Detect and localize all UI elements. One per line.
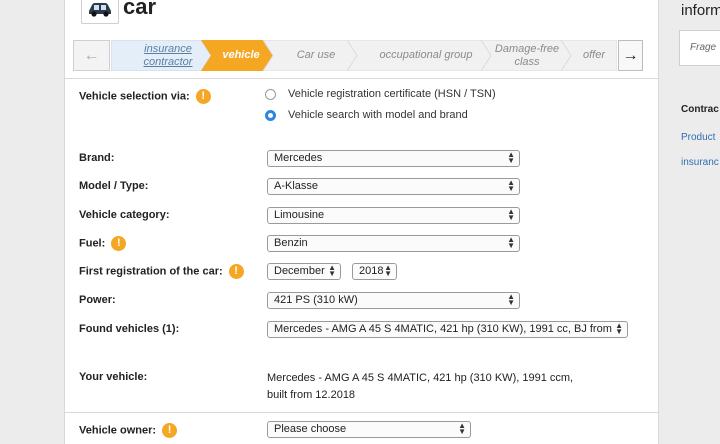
year-value: 2018 <box>359 265 384 277</box>
arrow-left-icon[interactable]: ← <box>73 40 110 71</box>
updown-icon: ▲ ▼ <box>507 150 515 165</box>
info-icon[interactable]: ! <box>162 423 178 438</box>
info-sidebar: inform Frage Contrac Product insuranc <box>669 0 720 444</box>
registration-month-select[interactable]: December ▲ ▼ <box>267 263 341 280</box>
updown-icon: ▲ ▼ <box>384 263 392 278</box>
owner-label-text: Vehicle owner: <box>79 424 157 437</box>
registration-year-select[interactable]: 2018 ▲ ▼ <box>352 263 397 280</box>
fuel-value: Benzin <box>274 237 308 249</box>
found-vehicle-value: Mercedes - AMG A 45 S 4MATIC, 421 hp (31… <box>274 323 612 335</box>
step-vehicle[interactable]: vehicle <box>209 40 273 71</box>
category-value: Limousine <box>274 209 325 221</box>
step-insurance-contractor[interactable]: insurance contractor <box>123 40 213 71</box>
page-title: car <box>123 0 157 19</box>
fuel-select[interactable]: Benzin ▲ ▼ <box>267 235 520 252</box>
power-label: Power: <box>79 294 116 306</box>
info-icon[interactable]: ! <box>195 89 211 104</box>
sidebar-title: inform <box>681 2 720 19</box>
found-vehicles-select[interactable]: Mercedes - AMG A 45 S 4MATIC, 421 hp (31… <box>267 321 628 338</box>
month-value: December <box>274 265 325 277</box>
brand-select[interactable]: Mercedes ▲ ▼ <box>267 150 520 167</box>
sidebar-link-insurance[interactable]: insuranc <box>681 157 719 168</box>
category-select[interactable]: Limousine ▲ ▼ <box>267 207 520 224</box>
your-vehicle-details: Mercedes - AMG A 45 S 4MATIC, 421 hp (31… <box>267 370 587 404</box>
selection-label-text: Vehicle selection via: <box>79 90 190 103</box>
radio-label: Vehicle search with model and brand <box>288 109 468 121</box>
step-occupational-group: occupational group <box>379 49 473 61</box>
brand-label: Brand: <box>79 152 115 164</box>
form-panel: car ← insurance contractor vehicle Car u… <box>64 0 659 444</box>
model-select[interactable]: A-Klasse ▲ ▼ <box>267 178 520 195</box>
updown-icon: ▲ ▼ <box>458 421 466 436</box>
selection-label: Vehicle selection via:! <box>79 89 211 104</box>
info-icon[interactable]: ! <box>228 264 244 279</box>
radio-label: Vehicle registration certificate (HSN / … <box>288 88 496 100</box>
fuel-label: Fuel:! <box>79 236 127 251</box>
step-offer: offer <box>582 49 605 61</box>
car-icon <box>81 0 119 24</box>
sidebar-link-product[interactable]: Product <box>681 132 715 143</box>
power-value: 421 PS (310 kW) <box>274 294 358 306</box>
your-vehicle-label: Your vehicle: <box>79 371 148 383</box>
brand-value: Mercedes <box>274 152 323 164</box>
model-label: Model / Type: <box>79 180 149 192</box>
fuel-label-text: Fuel: <box>79 237 106 250</box>
your-vehicle-line: Mercedes - AMG A 45 S 4MATIC, 421 hp (31… <box>267 372 574 384</box>
model-value: A-Klasse <box>274 180 319 192</box>
category-label: Vehicle category: <box>79 209 170 221</box>
divider <box>65 78 658 79</box>
owner-value: Please choose <box>274 423 347 435</box>
radio-model-brand[interactable]: Vehicle search with model and brand <box>265 109 468 121</box>
your-vehicle-line: built from 12.2018 <box>267 389 356 401</box>
arrow-right-icon[interactable]: → <box>618 40 643 71</box>
step-car-use: Car use <box>296 49 336 61</box>
step-damage-free-class: Damage-free class <box>494 42 560 68</box>
updown-icon: ▲ ▼ <box>507 207 515 222</box>
updown-icon: ▲ ▼ <box>507 235 515 250</box>
radio-button-selected[interactable] <box>265 109 276 121</box>
sidebar-heading: Contrac <box>681 104 719 115</box>
owner-label: Vehicle owner:! <box>79 423 178 438</box>
found-vehicles-label: Found vehicles (1): <box>79 323 180 335</box>
question-input[interactable]: Frage <box>679 30 720 66</box>
radio-button[interactable] <box>265 88 276 100</box>
divider <box>65 412 658 413</box>
radio-hsn-tsn[interactable]: Vehicle registration certificate (HSN / … <box>265 88 496 100</box>
registration-label-text: First registration of the car: <box>79 265 223 278</box>
updown-icon: ▲ ▼ <box>507 178 515 193</box>
registration-label: First registration of the car:! <box>79 264 244 279</box>
updown-icon: ▲ ▼ <box>615 321 623 336</box>
info-icon[interactable]: ! <box>111 236 127 251</box>
progress-stepper: ← insurance contractor vehicle Car use o… <box>73 40 643 72</box>
question-placeholder: Frage <box>690 42 717 53</box>
owner-select[interactable]: Please choose ▲ ▼ <box>267 421 471 438</box>
power-select[interactable]: 421 PS (310 kW) ▲ ▼ <box>267 292 520 309</box>
updown-icon: ▲ ▼ <box>328 263 336 278</box>
updown-icon: ▲ ▼ <box>507 292 515 307</box>
